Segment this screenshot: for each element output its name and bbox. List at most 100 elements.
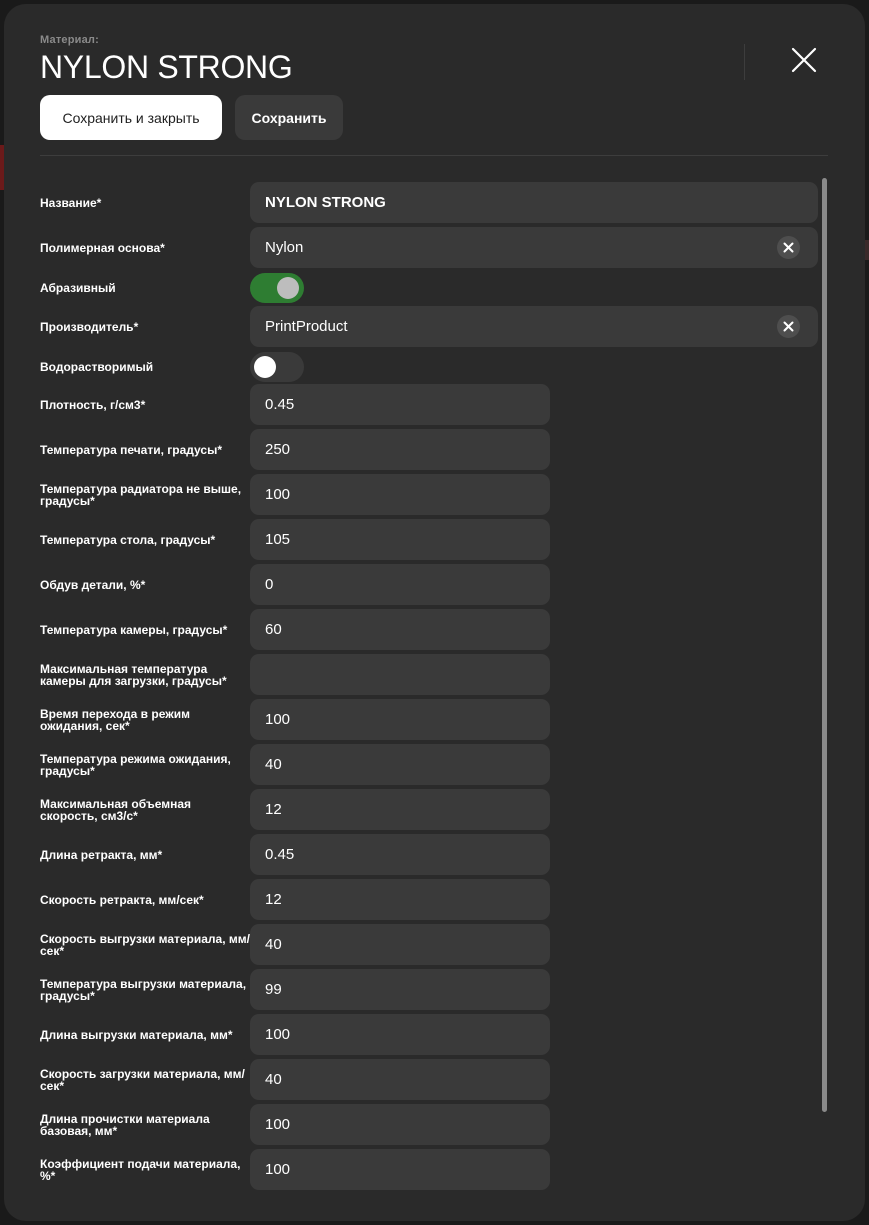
field-value: 100 xyxy=(265,1116,291,1133)
field-value: 12 xyxy=(265,801,282,818)
form-row: Водорастворимый xyxy=(40,352,818,382)
input-field[interactable]: 40 xyxy=(250,744,550,785)
form-row: Температура печати, градусы* 250 xyxy=(40,429,818,470)
field-value: 100 xyxy=(265,486,291,503)
toggle-knob xyxy=(277,277,299,299)
form-row: Производитель* PrintProduct xyxy=(40,306,818,347)
input-field[interactable]: 100 xyxy=(250,474,550,515)
form-row: Полимерная основа* Nylon xyxy=(40,227,818,268)
action-buttons: Сохранить и закрыть Сохранить xyxy=(40,95,343,140)
clear-icon xyxy=(783,242,794,253)
field-value: 40 xyxy=(265,936,282,953)
input-field[interactable] xyxy=(250,654,550,695)
modal-title: NYLON STRONG xyxy=(40,49,293,85)
input-field[interactable]: 100 xyxy=(250,699,550,740)
field-label: Обдув детали, %* xyxy=(40,577,146,592)
header-separator xyxy=(40,155,828,156)
field-value: 0.45 xyxy=(265,396,295,413)
field-value: 0.45 xyxy=(265,846,295,863)
modal-subtitle: Материал: xyxy=(40,34,99,46)
field-value: 12 xyxy=(265,891,282,908)
field-value: 40 xyxy=(265,1071,282,1088)
close-button[interactable] xyxy=(786,42,822,78)
field-label: Производитель* xyxy=(40,319,139,334)
field-value: 250 xyxy=(265,441,291,458)
input-field[interactable]: 99 xyxy=(250,969,550,1010)
input-field[interactable]: NYLON STRONG xyxy=(250,182,818,223)
form-row: Скорость загрузки материала, мм/сек* 40 xyxy=(40,1059,818,1100)
field-label: Скорость ретракта, мм/сек* xyxy=(40,892,204,907)
modal-header: Материал: NYLON STRONG xyxy=(40,34,829,85)
field-label: Температура камеры, градусы* xyxy=(40,622,228,637)
input-field[interactable]: 100 xyxy=(250,1104,550,1145)
field-label: Название* xyxy=(40,195,102,210)
form-row: Обдув детали, %* 0 xyxy=(40,564,818,605)
input-field[interactable]: 0.45 xyxy=(250,834,550,875)
field-label: Температура печати, градусы* xyxy=(40,442,222,457)
toggle-switch[interactable] xyxy=(250,352,304,382)
field-label: Температура режима ожидания, градусы* xyxy=(40,751,231,778)
input-field[interactable]: 40 xyxy=(250,924,550,965)
input-field[interactable]: 60 xyxy=(250,609,550,650)
field-value: 40 xyxy=(265,756,282,773)
form-row: Время перехода в режим ожидания, сек* 100 xyxy=(40,699,818,740)
field-value: 100 xyxy=(265,1161,291,1178)
toggle-knob xyxy=(254,356,276,378)
field-label: Длина выгрузки материала, мм* xyxy=(40,1027,233,1042)
form-row: Температура радиатора не выше, градусы* 1… xyxy=(40,474,818,515)
field-value: 105 xyxy=(265,531,291,548)
input-field[interactable]: 12 xyxy=(250,789,550,830)
input-field[interactable]: 250 xyxy=(250,429,550,470)
toggle-switch[interactable] xyxy=(250,273,304,303)
field-label: Время перехода в режим ожидания, сек* xyxy=(40,706,190,733)
form-row: Максимальная объемная скорость, см3/с* 12 xyxy=(40,789,818,830)
field-value: PrintProduct xyxy=(265,318,348,335)
field-value: 0 xyxy=(265,576,274,593)
field-label: Температура стола, градусы* xyxy=(40,532,216,547)
field-value: 100 xyxy=(265,711,291,728)
field-label: Абразивный xyxy=(40,281,116,295)
field-label: Полимерная основа* xyxy=(40,240,165,255)
input-field[interactable]: 0 xyxy=(250,564,550,605)
form-row: Температура камеры, градусы* 60 xyxy=(40,609,818,650)
input-field[interactable]: 12 xyxy=(250,879,550,920)
form-row: Длина выгрузки материала, мм* 100 xyxy=(40,1014,818,1055)
select-field[interactable]: Nylon xyxy=(250,227,818,268)
header-divider xyxy=(744,44,745,80)
field-label: Максимальная объемная скорость, см3/с* xyxy=(40,796,192,823)
form-row: Температура режима ожидания, градусы* 40 xyxy=(40,744,818,785)
field-label: Максимальная температура камеры для загр… xyxy=(40,661,227,688)
input-field[interactable]: 0.45 xyxy=(250,384,550,425)
form-row: Температура выгрузки материала, градусы*… xyxy=(40,969,818,1010)
field-label: Коэффициент подачи материала, %* xyxy=(40,1156,241,1183)
form-row: Длина ретракта, мм* 0.45 xyxy=(40,834,818,875)
form-row: Максимальная температура камеры для загр… xyxy=(40,654,818,695)
form-row: Название* NYLON STRONG xyxy=(40,182,818,223)
field-value: 99 xyxy=(265,981,282,998)
field-label: Температура радиатора не выше, градусы* xyxy=(40,481,242,508)
field-label: Длина прочистки материала базовая, мм* xyxy=(40,1111,210,1138)
input-field[interactable]: 100 xyxy=(250,1014,550,1055)
field-value: 100 xyxy=(265,1026,291,1043)
field-value: Nylon xyxy=(265,239,304,256)
clear-icon xyxy=(783,321,794,332)
scrollbar[interactable] xyxy=(822,178,827,1112)
save-button[interactable]: Сохранить xyxy=(235,95,343,140)
select-field[interactable]: PrintProduct xyxy=(250,306,818,347)
input-field[interactable]: 100 xyxy=(250,1149,550,1190)
form-row: Плотность, г/см3* 0.45 xyxy=(40,384,818,425)
clear-button[interactable] xyxy=(777,236,800,259)
material-edit-modal: Материал: NYLON STRONG Сохранить и закры… xyxy=(4,4,865,1221)
field-label: Длина ретракта, мм* xyxy=(40,847,163,862)
field-label: Скорость загрузки материала, мм/сек* xyxy=(40,1066,245,1093)
input-field[interactable]: 105 xyxy=(250,519,550,560)
field-label: Плотность, г/см3* xyxy=(40,397,146,412)
form-row: Скорость выгрузки материала, мм/сек* 40 xyxy=(40,924,818,965)
save-and-close-button[interactable]: Сохранить и закрыть xyxy=(40,95,222,140)
field-label: Водорастворимый xyxy=(40,360,154,374)
close-icon xyxy=(791,47,817,73)
form-row: Температура стола, градусы* 105 xyxy=(40,519,818,560)
input-field[interactable]: 40 xyxy=(250,1059,550,1100)
clear-button[interactable] xyxy=(777,315,800,338)
field-value: 60 xyxy=(265,621,282,638)
